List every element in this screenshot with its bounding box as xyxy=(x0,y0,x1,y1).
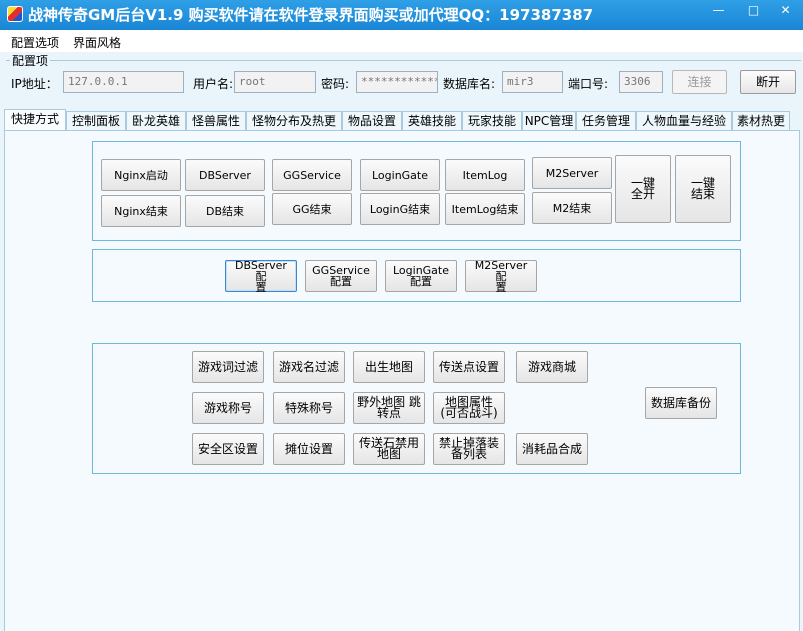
app-icon xyxy=(7,6,23,22)
one-click-stop-all-button[interactable]: 一键 结束 xyxy=(675,155,731,223)
username-input[interactable]: root xyxy=(234,71,316,93)
ggservice-config-button[interactable]: GGService 配置 xyxy=(305,260,377,292)
tab-monster-distribution[interactable]: 怪物分布及热更 xyxy=(246,111,342,131)
tab-shortcuts[interactable]: 快捷方式 xyxy=(4,109,66,132)
map-attributes-button[interactable]: 地图属性 (可否战斗) xyxy=(433,392,505,424)
tab-task-management[interactable]: 任务管理 xyxy=(576,111,636,131)
minimize-button[interactable]: — xyxy=(705,0,732,20)
ip-label: IP地址： xyxy=(11,77,58,91)
ggservice-start-button[interactable]: GGService xyxy=(272,159,352,191)
gg-stop-button[interactable]: GG结束 xyxy=(272,193,352,225)
menu-interface-style[interactable]: 界面风格 xyxy=(73,34,121,51)
logingate-config-button[interactable]: LoginGate 配置 xyxy=(385,260,457,292)
tab-wolong-hero[interactable]: 卧龙英雄 xyxy=(126,111,186,131)
tab-monster-attributes[interactable]: 怪兽属性 xyxy=(186,111,246,131)
teleport-stone-disabled-maps-button[interactable]: 传送石禁用 地图 xyxy=(353,433,425,465)
tab-asset-hot-update[interactable]: 素材热更 xyxy=(732,111,790,131)
window-title: 战神传奇GM后台V1.9 购买软件请在软件登录界面购买或加代理QQ：197387… xyxy=(28,6,594,24)
m2server-config-button[interactable]: M2Server 配 置 xyxy=(465,260,537,293)
itemlog-stop-button[interactable]: ItemLog结束 xyxy=(445,193,525,225)
tab-player-skills[interactable]: 玩家技能 xyxy=(462,111,522,131)
menu-bar: 配置选项 界面风格 xyxy=(0,30,803,52)
special-title-button[interactable]: 特殊称号 xyxy=(273,392,345,424)
connect-button[interactable]: 连接 xyxy=(672,70,727,94)
menu-config-options[interactable]: 配置选项 xyxy=(11,34,59,51)
nginx-stop-button[interactable]: Nginx结束 xyxy=(101,195,181,227)
port-input[interactable]: 3306 xyxy=(619,71,663,93)
ip-input[interactable]: 127.0.0.1 xyxy=(63,71,184,93)
close-button[interactable]: ✕ xyxy=(772,0,799,20)
config-legend: 配置项 xyxy=(10,52,51,69)
consumable-synthesis-button[interactable]: 消耗品合成 xyxy=(516,433,588,465)
user-label: 用户名: xyxy=(193,77,234,91)
birth-map-button[interactable]: 出生地图 xyxy=(353,351,425,383)
disconnect-button[interactable]: 断开 xyxy=(740,70,796,94)
name-filter-button[interactable]: 游戏名过滤 xyxy=(273,351,345,383)
teleport-point-button[interactable]: 传送点设置 xyxy=(433,351,505,383)
logingate-start-button[interactable]: LoginGate xyxy=(360,159,440,191)
dbserver-start-button[interactable]: DBServer xyxy=(185,159,265,191)
password-input[interactable]: ************ xyxy=(356,71,438,93)
database-label: 数据库名: xyxy=(443,77,496,91)
game-title-button[interactable]: 游戏称号 xyxy=(192,392,264,424)
game-shop-button[interactable]: 游戏商城 xyxy=(516,351,588,383)
nginx-start-button[interactable]: Nginx启动 xyxy=(101,159,181,191)
tab-hero-skills[interactable]: 英雄技能 xyxy=(402,111,462,131)
one-click-start-all-button[interactable]: 一键 全开 xyxy=(615,155,671,223)
tab-control-panel[interactable]: 控制面板 xyxy=(66,111,126,131)
database-input[interactable]: mir3 xyxy=(502,71,563,93)
tab-item-settings[interactable]: 物品设置 xyxy=(342,111,402,131)
wild-map-jump-button[interactable]: 野外地图 跳 转点 xyxy=(353,392,425,424)
database-backup-button[interactable]: 数据库备份 xyxy=(645,387,717,419)
word-filter-button[interactable]: 游戏词过滤 xyxy=(192,351,264,383)
maximize-button[interactable]: □ xyxy=(740,0,767,20)
m2server-start-button[interactable]: M2Server xyxy=(532,157,612,189)
stall-settings-button[interactable]: 摊位设置 xyxy=(273,433,345,465)
dbserver-config-button[interactable]: DBServer 配 置 xyxy=(225,260,297,293)
db-stop-button[interactable]: DB结束 xyxy=(185,195,265,227)
loging-stop-button[interactable]: LoginG结束 xyxy=(360,193,440,225)
itemlog-start-button[interactable]: ItemLog xyxy=(445,159,525,191)
title-bar: 战神传奇GM后台V1.9 购买软件请在软件登录界面购买或加代理QQ：197387… xyxy=(0,0,803,30)
tab-character-hp-exp[interactable]: 人物血量与经验 xyxy=(636,111,732,131)
port-label: 端口号: xyxy=(568,77,609,91)
no-drop-equipment-list-button[interactable]: 禁止掉落装 备列表 xyxy=(433,433,505,465)
shortcuts-panel: Nginx启动 DBServer GGService LoginGate Ite… xyxy=(4,130,800,631)
safe-zone-button[interactable]: 安全区设置 xyxy=(192,433,264,465)
password-label: 密码: xyxy=(321,77,350,91)
tab-npc-management[interactable]: NPC管理 xyxy=(522,111,576,131)
m2-stop-button[interactable]: M2结束 xyxy=(532,192,612,224)
